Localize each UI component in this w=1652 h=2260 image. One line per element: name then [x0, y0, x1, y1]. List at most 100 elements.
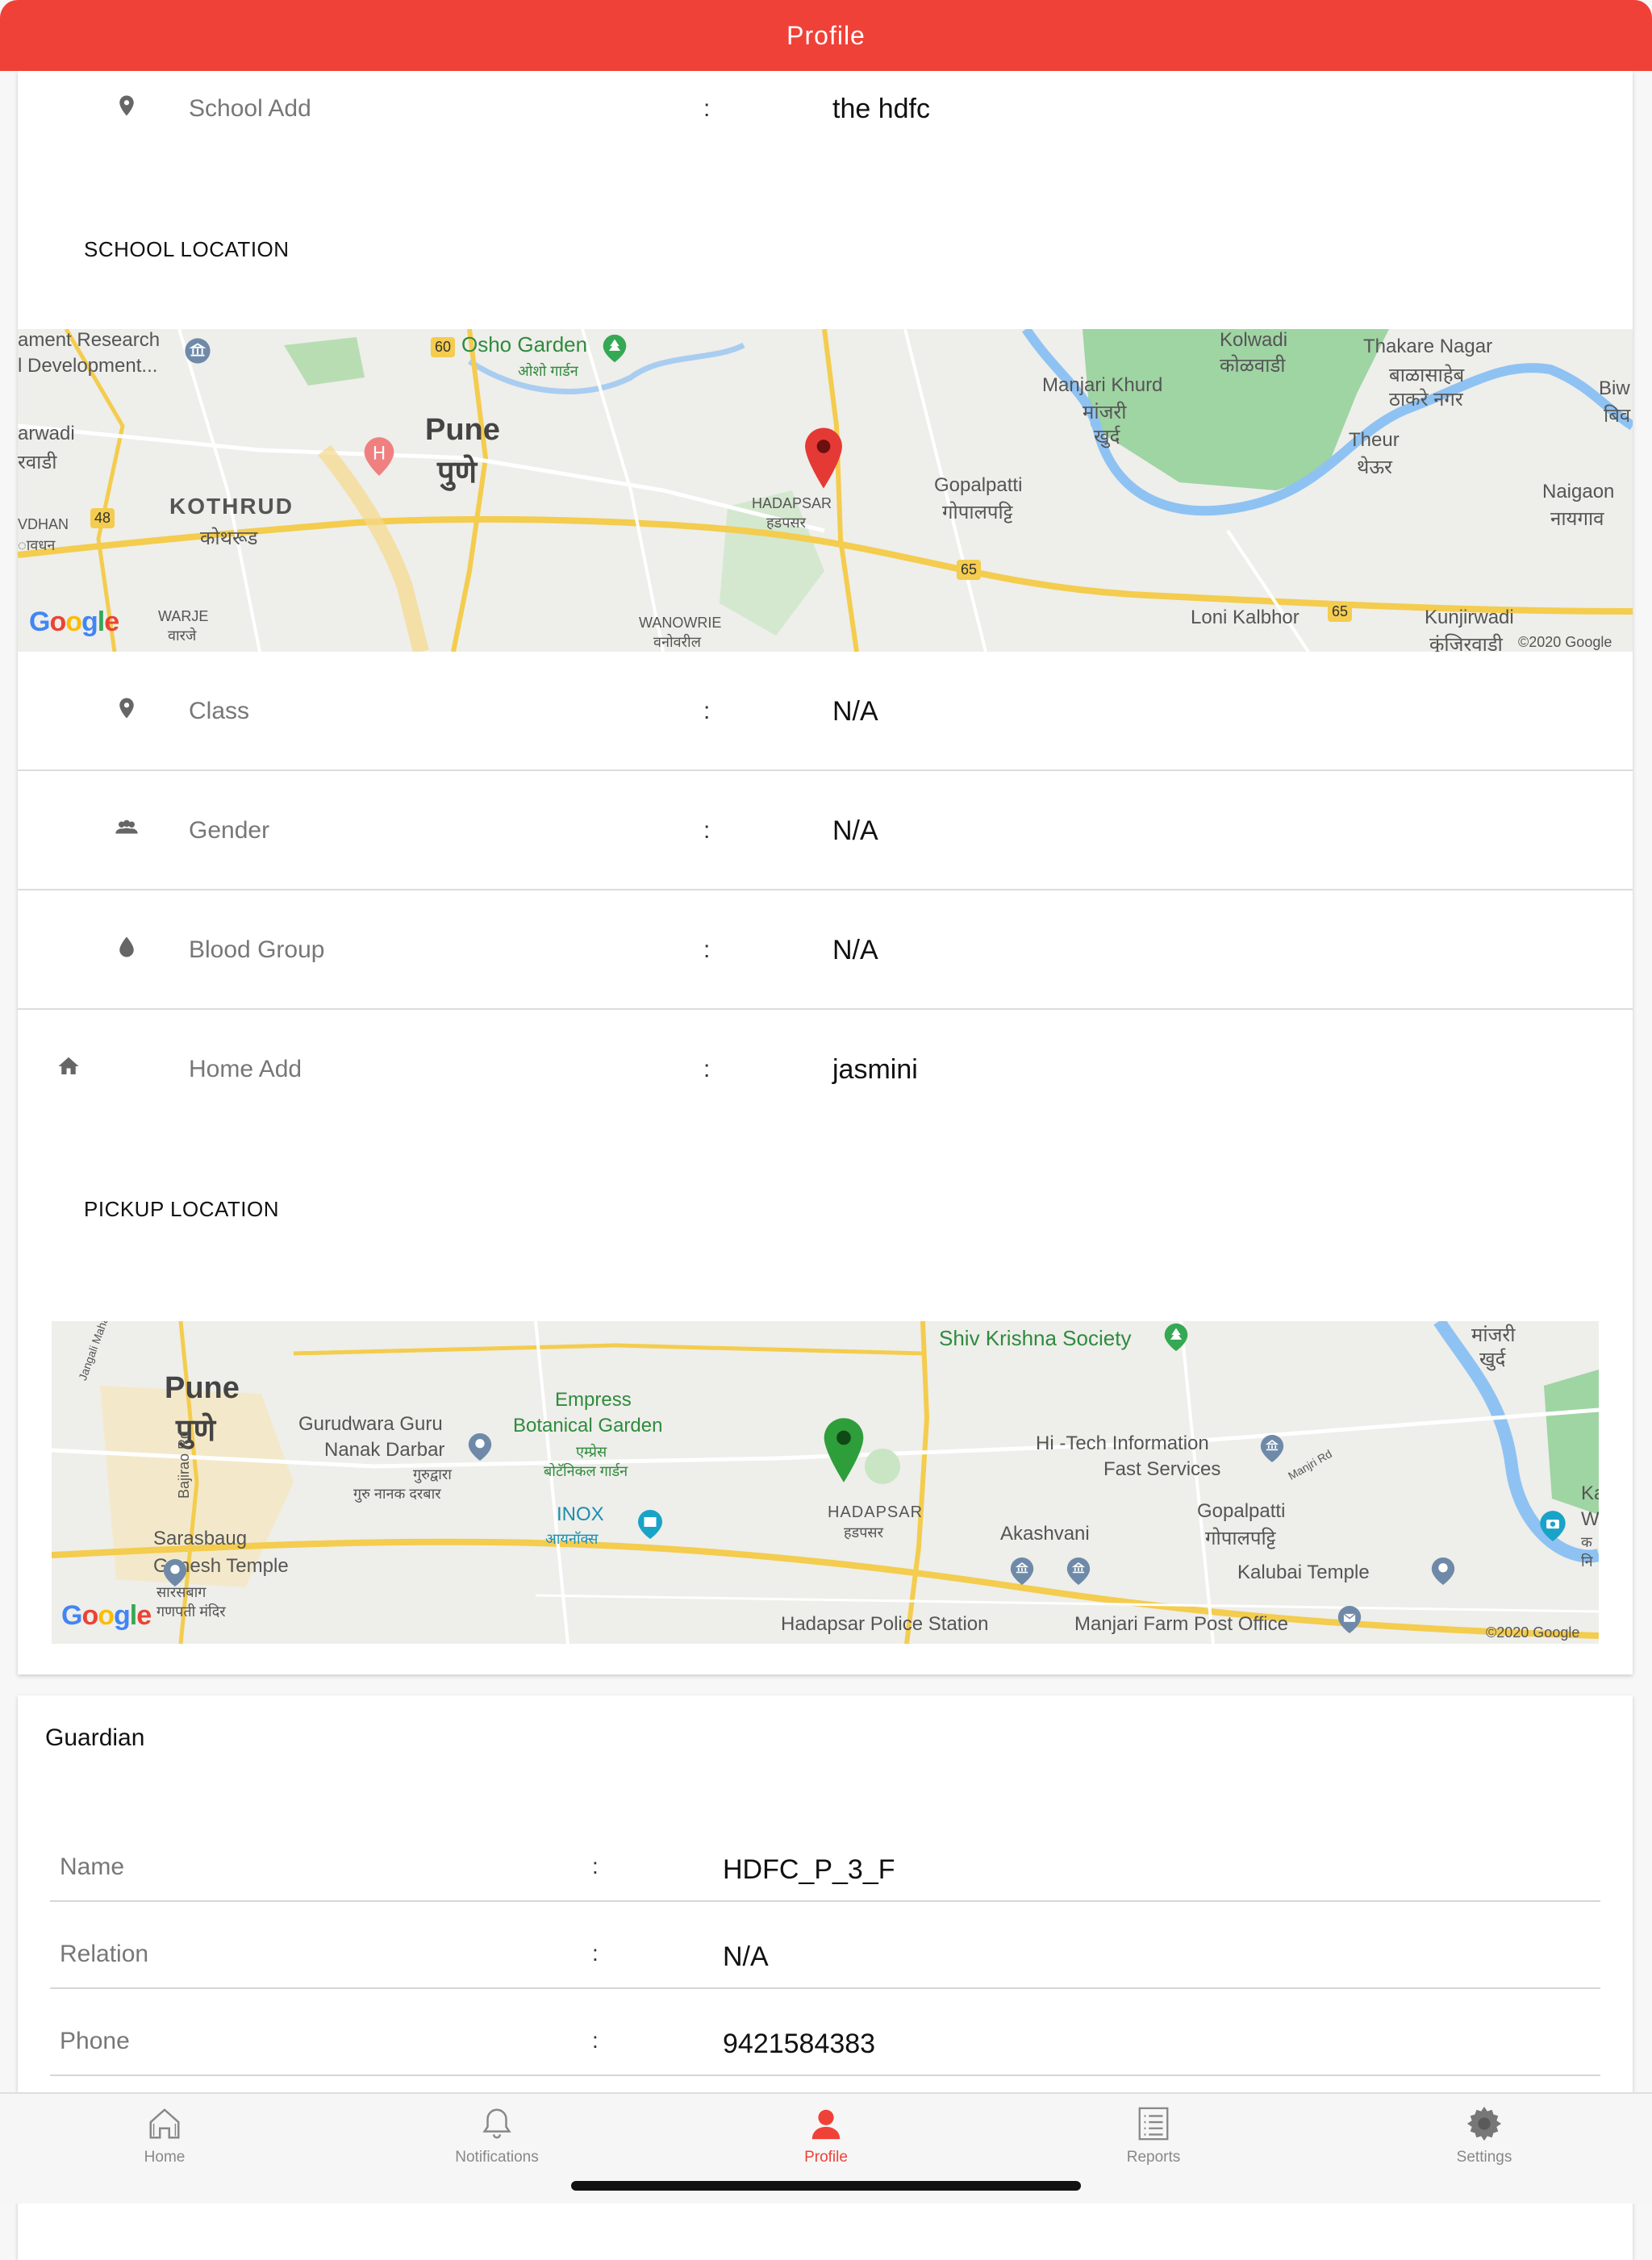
- bell-icon: [482, 2108, 511, 2139]
- map-label: INOX: [557, 1503, 604, 1525]
- colon-separator: :: [703, 817, 711, 844]
- map-label: कोळवाडी: [1220, 355, 1286, 377]
- guardian-phone-value: 9421584383: [723, 2029, 876, 2059]
- map-label: पुणे: [437, 456, 478, 490]
- temple-icon: [163, 1559, 187, 1587]
- map-label: Manjari Khurd: [1042, 374, 1163, 396]
- home-address-row: Home Add : jasmini: [18, 1054, 1633, 1103]
- map-label: Fast Services: [1103, 1458, 1221, 1480]
- place-of-worship-icon: [468, 1433, 492, 1461]
- camera-icon: [1540, 1511, 1566, 1541]
- pickup-location-marker-icon: [824, 1418, 864, 1482]
- student-info-card: School Add : the hdfc SCHOOL LOCATION am…: [18, 71, 1633, 1674]
- map-label: Osho Garden: [461, 332, 588, 357]
- map-label: Pune: [425, 413, 500, 447]
- map-label: ओशो गार्डन: [518, 363, 578, 379]
- map-label: Manjari Farm Post Office: [1074, 1613, 1288, 1635]
- map-label: मांजरी: [1083, 402, 1127, 423]
- tab-settings[interactable]: Settings: [1387, 2105, 1581, 2166]
- map-label: KOTHRUD: [169, 494, 294, 519]
- map-label: Kunjirwadi: [1425, 607, 1514, 628]
- temple-icon: [1431, 1557, 1455, 1585]
- highway-shield: 48: [90, 508, 115, 528]
- map-label: Gurudwara Guru: [298, 1413, 443, 1435]
- tab-profile-label: Profile: [804, 2149, 848, 2166]
- colon-separator: :: [703, 1056, 711, 1082]
- map-label: Biw: [1599, 377, 1630, 399]
- map-label: Loni Kalbhor: [1191, 607, 1299, 628]
- tab-notifications[interactable]: Notifications: [400, 2105, 594, 2166]
- map-label: Thakare Nagar: [1363, 336, 1493, 357]
- map-label: Akashvani: [1000, 1523, 1090, 1545]
- museum-icon: [1066, 1557, 1091, 1585]
- map-copyright: ©2020 Google: [1518, 634, 1612, 650]
- tab-reports-label: Reports: [1126, 2149, 1181, 2166]
- map-label: थेऊर: [1357, 457, 1392, 478]
- map-label: क: [1581, 1534, 1592, 1550]
- map-label: खुर्द: [1479, 1349, 1506, 1370]
- map-label: WARJE: [158, 608, 209, 624]
- school-address-label: School Add: [189, 95, 311, 122]
- tab-home[interactable]: Home: [68, 2105, 261, 2166]
- pickup-location-map[interactable]: Shiv Krishna Society मांजरी खुर्द Pune प…: [52, 1321, 1599, 1644]
- blood-group-label: Blood Group: [189, 936, 325, 963]
- guardian-relation-label: Relation: [60, 1941, 149, 1967]
- map-label: Kalubai Temple: [1237, 1562, 1370, 1583]
- list-icon: [1138, 2107, 1169, 2141]
- person-icon: [811, 2109, 841, 2140]
- map-label: वारजे: [168, 628, 197, 644]
- gender-label: Gender: [189, 817, 270, 844]
- map-label: बाळासाहेब: [1389, 365, 1465, 386]
- home-icon: [58, 1057, 79, 1074]
- map-label: गणपती मंदिर: [156, 1603, 226, 1620]
- people-icon: [115, 819, 138, 834]
- park-icon: [603, 334, 627, 363]
- map-label: W: [1581, 1508, 1599, 1530]
- map-label: हडपसर: [766, 515, 806, 531]
- home-address-label: Home Add: [189, 1056, 302, 1082]
- map-label: बोटॅनिकल गार्डन: [544, 1463, 628, 1479]
- map-label: एम्प्रेस: [576, 1444, 607, 1460]
- map-label: गुरु नानक दरबार: [353, 1486, 441, 1502]
- government-building-icon: [1010, 1557, 1034, 1585]
- tab-reports[interactable]: Reports: [1057, 2105, 1250, 2166]
- map-label: Theur: [1349, 429, 1400, 451]
- blood-group-row: Blood Group : N/A: [18, 935, 1633, 983]
- tab-profile[interactable]: Profile: [729, 2105, 923, 2166]
- museum-icon: [185, 338, 211, 364]
- guardian-name-label: Name: [60, 1853, 125, 1880]
- colon-separator: :: [703, 95, 711, 122]
- map-label: बिव: [1604, 405, 1631, 427]
- google-logo: Google: [29, 607, 119, 637]
- guardian-name-row: Name : HDFC_P_3_F: [50, 1815, 1600, 1902]
- map-label: Shiv Krishna Society: [939, 1326, 1132, 1350]
- map-label: कोथरूड: [200, 527, 258, 549]
- map-label: हडपसर: [844, 1524, 883, 1541]
- map-label: WANOWRIE: [639, 615, 722, 631]
- guardian-relation-value: N/A: [723, 1941, 769, 1972]
- class-label: Class: [189, 698, 250, 724]
- tab-notifications-label: Notifications: [455, 2149, 539, 2166]
- map-label: Botanical Garden: [513, 1415, 663, 1436]
- map-label: रवाडी: [18, 452, 57, 473]
- tab-home-label: Home: [144, 2149, 186, 2166]
- map-label: Gopalpatti: [934, 474, 1023, 496]
- map-label: l Development...: [18, 355, 158, 377]
- map-label: खुर्द: [1094, 426, 1120, 448]
- map-label: HADAPSAR: [828, 1503, 924, 1521]
- drop-icon: [119, 936, 134, 957]
- gear-icon: [1466, 2106, 1502, 2141]
- map-label: गोपालपट्टि: [1205, 1528, 1276, 1549]
- map-label: Naigaon: [1542, 481, 1615, 502]
- blood-group-value: N/A: [832, 935, 878, 965]
- school-location-map[interactable]: ament Research l Development... Osho Gar…: [18, 329, 1633, 652]
- guardian-name-value: HDFC_P_3_F: [723, 1854, 895, 1885]
- map-label: Hi -Tech Information: [1036, 1432, 1209, 1454]
- divider: [18, 889, 1633, 890]
- map-label: ament Research: [18, 329, 161, 351]
- home-outline-icon: [149, 2108, 180, 2139]
- page-title: Profile: [786, 20, 866, 50]
- map-copyright: ©2020 Google: [1486, 1624, 1580, 1641]
- guardian-phone-label: Phone: [60, 2028, 130, 2054]
- divider: [18, 1008, 1633, 1010]
